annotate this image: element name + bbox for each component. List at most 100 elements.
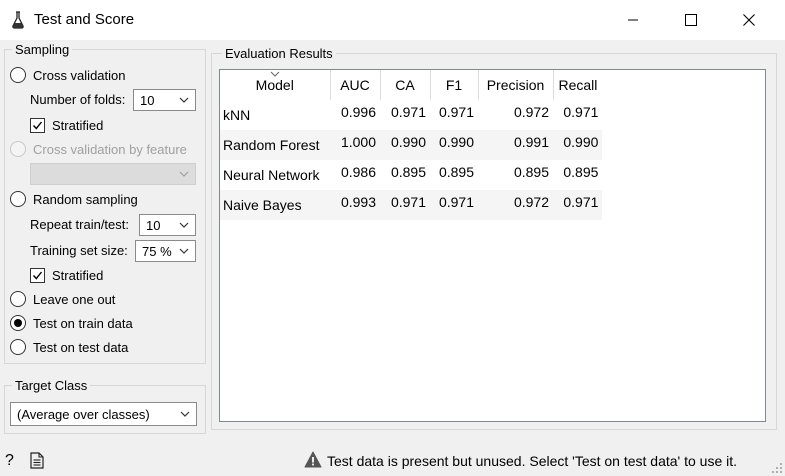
column-header-recall[interactable]: Recall	[553, 70, 602, 100]
column-header-auc[interactable]: AUC	[330, 70, 381, 100]
precision-cell: 0.972	[478, 190, 553, 220]
window-title: Test and Score	[34, 11, 135, 28]
train-size-label: Training set size:	[30, 243, 128, 258]
table-row[interactable]: Random Forest 1.000 0.990 0.990 0.991 0.…	[220, 130, 603, 160]
cv-by-feature-label: Cross validation by feature	[33, 141, 187, 157]
f1-cell: 0.971	[438, 104, 474, 120]
random-sampling-radio[interactable]	[10, 191, 26, 207]
target-class-value: (Average over classes)	[17, 406, 150, 422]
column-header-ca[interactable]: CA	[380, 70, 431, 100]
maximize-button[interactable]	[662, 0, 720, 40]
results-table-frame: Model AUC CA F1 Precision Recall kNN 0.9…	[219, 69, 766, 422]
cv-by-feature-option: Cross validation by feature	[10, 140, 187, 158]
cv-stratified-checkbox[interactable]	[30, 117, 45, 133]
minimize-button[interactable]	[604, 0, 662, 40]
sort-indicator-icon	[270, 71, 280, 77]
target-class-select[interactable]: (Average over classes)	[10, 402, 197, 426]
table-row[interactable]: kNN 0.996 0.971 0.971 0.972 0.971	[220, 100, 602, 130]
random-sampling-label: Random sampling	[33, 191, 138, 207]
cross-validation-label: Cross validation	[33, 67, 126, 83]
status-bar: ? Test data is present but unused. Selec…	[0, 446, 785, 476]
repeat-select[interactable]: 10	[139, 214, 196, 236]
table-row[interactable]: Neural Network 0.986 0.895 0.895 0.895 0…	[220, 160, 602, 190]
model-cell: Naive Bayes	[220, 190, 330, 220]
recall-cell: 0.971	[553, 190, 603, 220]
leave-one-out-option[interactable]: Leave one out	[10, 290, 115, 308]
minimize-icon	[628, 19, 638, 21]
auc-cell: 0.996	[340, 104, 376, 120]
chevron-down-icon	[179, 171, 189, 177]
model-cell: Neural Network	[223, 167, 320, 183]
check-icon	[32, 121, 43, 130]
repeat-label: Repeat train/test:	[30, 217, 129, 232]
column-header-label: Precision	[486, 77, 545, 93]
cv-by-feature-radio	[10, 141, 26, 157]
chevron-down-icon	[179, 97, 189, 103]
ca-cell: 0.895	[390, 164, 426, 180]
ca-cell: 0.971	[390, 104, 426, 120]
auc-cell: 0.993	[330, 190, 380, 220]
f1-cell: 0.990	[430, 130, 478, 160]
rs-stratified-option[interactable]: Stratified	[30, 266, 103, 284]
chevron-down-icon	[179, 248, 189, 254]
results-table: Model AUC CA F1 Precision Recall kNN 0.9…	[220, 70, 603, 220]
folds-value: 10	[140, 92, 155, 108]
column-header-label: AUC	[340, 77, 370, 93]
table-row[interactable]: Naive Bayes 0.993 0.971 0.971 0.972 0.97…	[220, 190, 603, 220]
test-on-train-radio[interactable]	[10, 315, 26, 331]
precision-cell: 0.972	[513, 104, 549, 120]
folds-select[interactable]: 10	[133, 89, 196, 111]
resize-grip-icon[interactable]	[771, 462, 783, 474]
cv-stratified-option[interactable]: Stratified	[30, 116, 103, 134]
test-on-train-option[interactable]: Test on train data	[10, 314, 133, 332]
rs-stratified-checkbox[interactable]	[30, 267, 45, 283]
precision-cell: 0.895	[513, 164, 549, 180]
cv-stratified-label: Stratified	[52, 117, 104, 133]
f1-cell: 0.895	[438, 164, 474, 180]
f1-cell: 0.971	[430, 190, 478, 220]
feature-select	[30, 163, 196, 185]
cross-validation-radio[interactable]	[10, 67, 26, 83]
report-icon[interactable]	[30, 452, 44, 469]
recall-cell: 0.971	[563, 104, 599, 120]
model-cell: kNN	[223, 107, 251, 123]
warning-icon	[304, 451, 322, 468]
cross-validation-option[interactable]: Cross validation	[10, 66, 126, 84]
help-icon[interactable]: ?	[5, 452, 14, 470]
column-header-label: F1	[445, 77, 463, 93]
test-on-test-option[interactable]: Test on test data	[10, 338, 128, 356]
model-cell: Random Forest	[220, 130, 330, 160]
chevron-down-icon	[179, 222, 189, 228]
title-bar: Test and Score	[0, 0, 785, 40]
maximize-icon	[685, 14, 697, 26]
chevron-down-icon	[180, 411, 190, 417]
check-icon	[32, 271, 43, 280]
repeat-value: 10	[146, 217, 161, 233]
random-sampling-option[interactable]: Random sampling	[10, 190, 138, 208]
test-on-test-label: Test on test data	[33, 339, 129, 355]
rs-stratified-label: Stratified	[52, 267, 104, 283]
folds-label: Number of folds:	[30, 92, 126, 107]
evaluation-results-title: Evaluation Results	[222, 46, 336, 61]
column-header-label: CA	[395, 77, 415, 93]
close-button[interactable]	[720, 0, 778, 40]
column-header-precision[interactable]: Precision	[478, 70, 554, 100]
auc-cell: 0.986	[340, 164, 376, 180]
train-size-select[interactable]: 75 %	[135, 240, 196, 262]
column-header-label: Recall	[558, 77, 598, 93]
sampling-title: Sampling	[12, 42, 73, 57]
leave-one-out-label: Leave one out	[33, 291, 116, 307]
test-on-train-label: Test on train data	[33, 315, 133, 331]
leave-one-out-radio[interactable]	[10, 291, 26, 307]
ca-cell: 0.971	[380, 190, 430, 220]
test-on-test-radio[interactable]	[10, 339, 26, 355]
column-header-model[interactable]: Model	[220, 70, 331, 100]
column-header-label: Model	[255, 77, 294, 93]
auc-cell: 1.000	[330, 130, 380, 160]
results-header-row: Model AUC CA F1 Precision Recall	[220, 70, 602, 100]
train-size-value: 75 %	[142, 243, 172, 259]
column-header-f1[interactable]: F1	[430, 70, 479, 100]
recall-cell: 0.895	[563, 164, 599, 180]
status-message: Test data is present but unused. Select …	[327, 453, 738, 469]
flask-icon	[12, 11, 24, 29]
